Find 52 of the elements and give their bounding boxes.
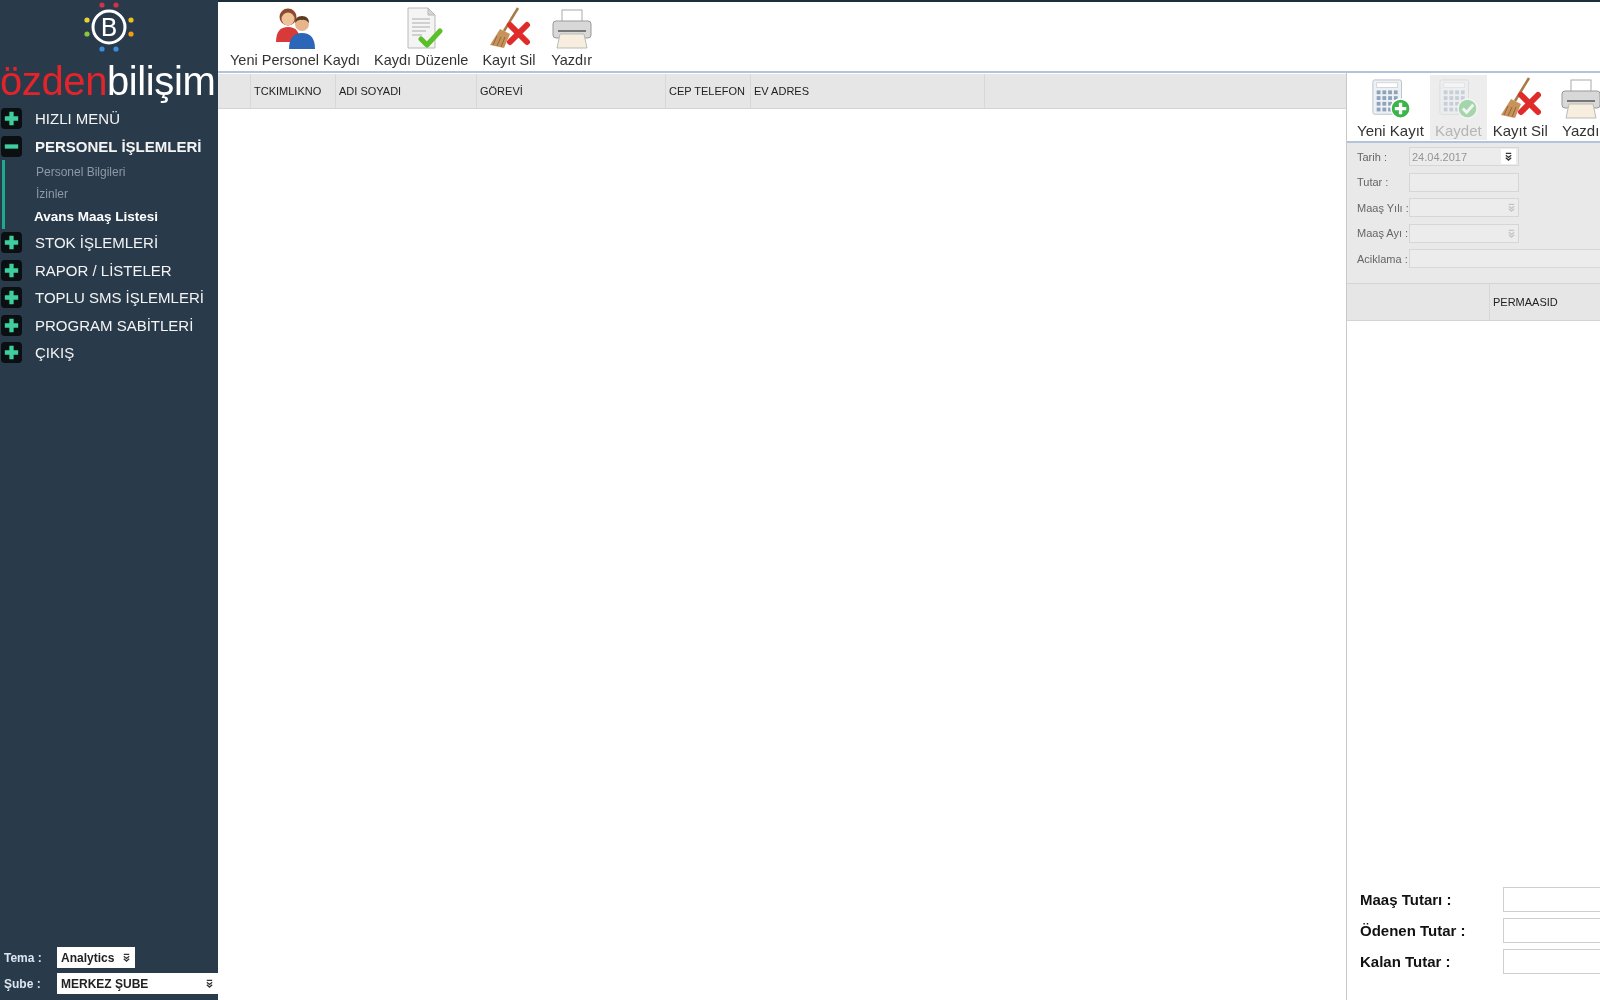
field-label: Tarih : [1357, 150, 1388, 163]
input-field[interactable] [1503, 918, 1600, 943]
calculator-check-icon [1437, 78, 1480, 120]
logo-letter: B [100, 13, 118, 42]
input-field[interactable] [1503, 887, 1600, 912]
select-field[interactable]: MERKEZ ŞUBE [57, 973, 218, 994]
dropdown-arrow-icon [205, 979, 214, 988]
logo-ring-icon [84, 2, 134, 52]
brand-wordmark: özdenbilişim [0, 59, 216, 103]
field-label: Kalan Tutar : [1360, 953, 1452, 970]
menu-item[interactable]: PROGRAM SABİTLERİ [0, 311, 194, 339]
menu-item[interactable]: ÇIKIŞ [0, 339, 75, 367]
column-header[interactable]: TCKIMLIKNO [250, 74, 335, 108]
menu-item[interactable]: PERSONEL İŞLEMLERİ [0, 132, 202, 160]
column-header[interactable]: PERMAASID [1489, 283, 1600, 320]
submenu-item[interactable]: Avans Maaş Listesi [5, 205, 159, 227]
dropdown-arrow-icon [122, 953, 131, 962]
toolbar-button[interactable]: Yazdı [1553, 73, 1600, 140]
menu-item[interactable]: TOPLU SMS İŞLEMLERİ [0, 284, 204, 312]
field-label: Maaş Yılı : [1357, 201, 1409, 214]
menu-item[interactable]: RAPOR / LİSTELER [0, 256, 172, 284]
toolbar-button[interactable]: Kayıt Sil [478, 6, 540, 68]
printer-icon [549, 6, 594, 50]
calculator-plus-icon [1369, 78, 1412, 120]
people-icon [273, 6, 318, 50]
toolbar-button[interactable]: Yeni Kayıt [1352, 75, 1429, 140]
submenu-item[interactable]: Personel Bilgileri [5, 161, 126, 183]
select-field[interactable]: Analytics [57, 947, 135, 968]
dropdown-arrow-icon [1507, 203, 1516, 213]
printer-icon [1558, 76, 1600, 120]
field-label: Ödenen Tutar : [1360, 922, 1467, 939]
input-field[interactable] [1503, 949, 1600, 974]
dropdown-arrow-icon [1504, 152, 1513, 162]
column-header[interactable]: GÖREVİ [476, 74, 665, 108]
submenu-item[interactable]: İzinler [5, 183, 68, 205]
field-label: Aciklama : [1357, 252, 1409, 265]
toolbar-button[interactable]: Kaydı Düzenle [370, 6, 473, 68]
setting-label: Şube : [3, 976, 42, 991]
broom-cross-icon [1498, 76, 1543, 120]
column-header[interactable]: ADI SOYADI [335, 74, 476, 108]
setting-label: Tema : [3, 950, 43, 965]
dropdown-arrow-icon [1507, 228, 1516, 238]
toolbar-button[interactable]: Yazdır [545, 6, 598, 68]
menu-item[interactable]: STOK İŞLEMLERİ [0, 229, 159, 257]
field-label: Maaş Tutarı : [1360, 891, 1453, 908]
menu-item[interactable]: HIZLI MENÜ [0, 105, 120, 133]
column-header[interactable]: CEP TELEFON [665, 74, 750, 108]
field-label: Maaş Ayı : [1357, 227, 1409, 240]
toolbar-button[interactable]: Yeni Personel Kaydı [226, 6, 365, 68]
toolbar-button[interactable]: Kayıt Sil [1487, 73, 1553, 140]
field-label: Tutar : [1357, 176, 1390, 189]
column-header[interactable]: EV ADRES [750, 74, 984, 108]
